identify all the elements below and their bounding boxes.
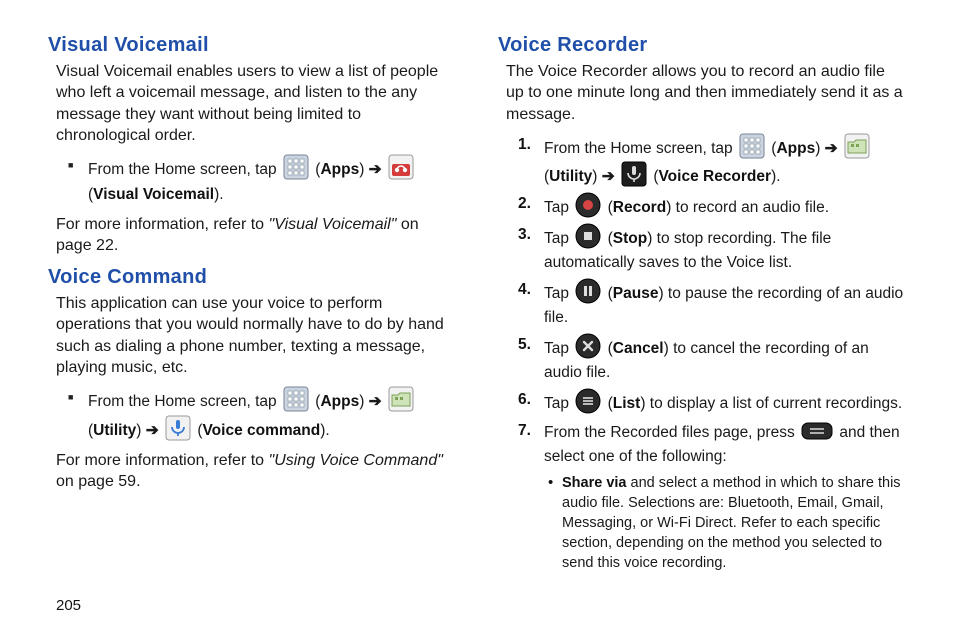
text: Tap	[544, 285, 573, 302]
arrow-icon: ➔	[820, 140, 842, 157]
vv-steps: From the Home screen, tap (Apps) ➔ (Visu…	[68, 154, 456, 208]
utility-label: Utility	[93, 422, 136, 439]
record-icon	[575, 192, 601, 218]
vr-step-4: Tap (Pause) to pause the recording of an…	[518, 278, 906, 330]
vr-step-7-sub: Share via and select a method in which t…	[548, 473, 906, 573]
arrow-icon: ➔	[597, 168, 619, 185]
vr-step-3: Tap (Stop) to stop recording. The file a…	[518, 223, 906, 275]
text: Tap	[544, 230, 573, 247]
text: Tap	[544, 199, 573, 216]
text: For more information, refer to	[56, 216, 269, 233]
utility-icon	[844, 133, 870, 159]
left-column: Visual Voicemail Visual Voicemail enable…	[48, 34, 456, 589]
ref-title: "Visual Voicemail"	[269, 216, 397, 233]
manual-page: Visual Voicemail Visual Voicemail enable…	[0, 0, 954, 636]
vr-step-2: Tap (Record) to record an audio file.	[518, 192, 906, 220]
voice-command-icon	[165, 415, 191, 441]
heading-visual-voicemail: Visual Voicemail	[48, 34, 456, 57]
arrow-icon: ➔	[141, 422, 163, 439]
text: From the Recorded files page, press	[544, 424, 799, 441]
text: For more information, refer to	[56, 452, 269, 469]
heading-voice-command: Voice Command	[48, 266, 456, 289]
columns: Visual Voicemail Visual Voicemail enable…	[48, 34, 906, 589]
text: Tap	[544, 340, 573, 357]
text: Tap	[544, 395, 573, 412]
right-column: Voice Recorder The Voice Recorder allows…	[498, 34, 906, 589]
utility-label: Utility	[549, 168, 592, 185]
menu-key-icon	[801, 419, 833, 443]
apps-label: Apps	[320, 393, 359, 410]
vr-step-7-sub-1: Share via and select a method in which t…	[548, 473, 906, 573]
vv-reference: For more information, refer to "Visual V…	[56, 214, 456, 257]
pause-label: Pause	[613, 285, 659, 302]
stop-label: Stop	[613, 230, 647, 247]
text: ) to record an audio file.	[666, 199, 829, 216]
vr-label: Voice Recorder	[658, 168, 771, 185]
apps-icon	[283, 386, 309, 412]
vr-step-1: From the Home screen, tap (Apps) ➔ (Util…	[518, 133, 906, 189]
apps-icon	[283, 154, 309, 180]
cancel-icon	[575, 333, 601, 359]
vc-reference: For more information, refer to "Using Vo…	[56, 450, 456, 493]
apps-label: Apps	[776, 140, 815, 157]
page-number: 205	[56, 597, 906, 614]
vr-step-7: From the Recorded files page, press and …	[518, 419, 906, 573]
vv-intro: Visual Voicemail enables users to view a…	[56, 61, 456, 146]
vr-intro: The Voice Recorder allows you to record …	[506, 61, 906, 125]
text: on page 59.	[56, 473, 141, 490]
apps-label: Apps	[320, 161, 359, 178]
vc-label: Voice command	[202, 422, 320, 439]
voice-recorder-icon	[621, 161, 647, 187]
text: From the Home screen, tap	[88, 393, 281, 410]
apps-icon	[739, 133, 765, 159]
vr-step-6: Tap (List) to display a list of current …	[518, 388, 906, 416]
vr-step-5: Tap (Cancel) to cancel the recording of …	[518, 333, 906, 385]
vv-label: Visual Voicemail	[93, 186, 214, 203]
list-label: List	[613, 395, 641, 412]
vv-step-1: From the Home screen, tap (Apps) ➔ (Visu…	[68, 154, 456, 208]
list-icon	[575, 388, 601, 414]
record-label: Record	[613, 199, 666, 216]
arrow-icon: ➔	[364, 393, 386, 410]
utility-icon	[388, 386, 414, 412]
visual-voicemail-icon	[388, 154, 414, 180]
vc-intro: This application can use your voice to p…	[56, 293, 456, 378]
ref-title: "Using Voice Command"	[269, 452, 443, 469]
stop-icon	[575, 223, 601, 249]
vr-steps: From the Home screen, tap (Apps) ➔ (Util…	[518, 133, 906, 573]
text: From the Home screen, tap	[544, 140, 737, 157]
text: From the Home screen, tap	[88, 161, 281, 178]
share-via-label: Share via	[562, 475, 627, 491]
pause-icon	[575, 278, 601, 304]
text: ) to display a list of current recording…	[640, 395, 902, 412]
vc-steps: From the Home screen, tap (Apps) ➔ (Util…	[68, 386, 456, 444]
arrow-icon: ➔	[364, 161, 386, 178]
vc-step-1: From the Home screen, tap (Apps) ➔ (Util…	[68, 386, 456, 444]
heading-voice-recorder: Voice Recorder	[498, 34, 906, 57]
cancel-label: Cancel	[613, 340, 664, 357]
